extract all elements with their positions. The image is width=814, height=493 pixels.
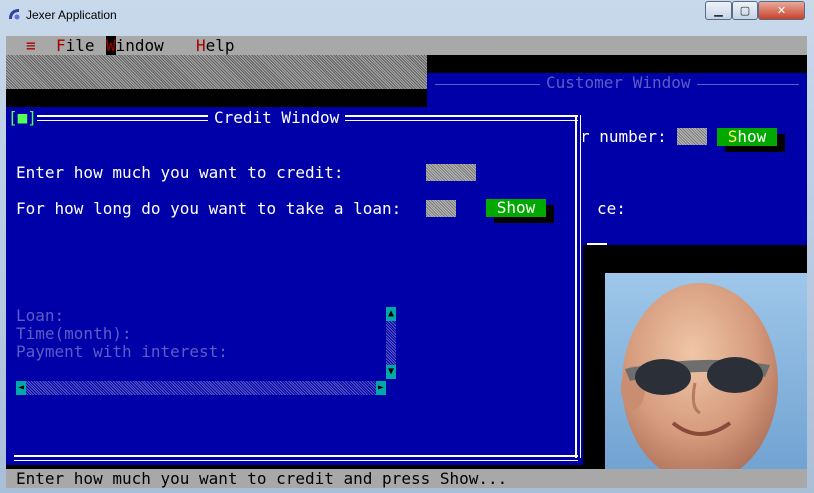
- desktop: Customer Window r number: Show ce: [■] C…: [6, 55, 807, 488]
- customer-show-button[interactable]: Show: [717, 128, 777, 146]
- loan-result-label: Loan:: [16, 306, 65, 325]
- customer-number-label: r number:: [580, 127, 667, 146]
- window-title: Jexer Application: [26, 8, 117, 22]
- loan-duration-field[interactable]: [426, 200, 456, 217]
- system-menu-icon[interactable]: ≡: [26, 37, 36, 55]
- customer-photo: [605, 273, 807, 488]
- results-horizontal-scrollbar[interactable]: [16, 381, 386, 395]
- menu-window[interactable]: Window: [106, 36, 164, 55]
- menu-bar: ≡ File Window Help: [6, 36, 807, 55]
- close-icon: ✕: [776, 4, 787, 17]
- credit-window-close-button[interactable]: [■]: [8, 109, 37, 127]
- menu-help-hotkey: H: [196, 36, 206, 55]
- credit-window-bottom-border: [14, 455, 578, 461]
- status-bar: Enter how much you want to credit and pr…: [6, 469, 807, 488]
- customer-show-hotkey: S: [727, 127, 738, 146]
- title-bar[interactable]: Jexer Application ▁ ▢ ✕: [0, 0, 814, 32]
- minimize-button[interactable]: ▁: [705, 1, 732, 20]
- menu-help[interactable]: Help: [196, 37, 235, 55]
- app-icon: [6, 6, 22, 22]
- menu-file[interactable]: File: [56, 37, 95, 55]
- menu-window-hotkey: W: [106, 36, 116, 55]
- time-result-label: Time(month):: [16, 324, 132, 343]
- credit-amount-field[interactable]: [426, 164, 476, 181]
- close-box-icon: [■]: [8, 108, 37, 127]
- close-window-button[interactable]: ✕: [758, 1, 805, 20]
- scroll-down-icon[interactable]: ▼: [386, 365, 396, 379]
- customer-show-label: how: [737, 127, 767, 146]
- credit-window-right-border: [575, 115, 581, 458]
- scroll-right-icon[interactable]: ►: [376, 381, 386, 395]
- credit-window[interactable]: [■] Credit Window Enter how much you wan…: [6, 107, 583, 465]
- payment-result-label: Payment with interest:: [16, 342, 228, 361]
- customer-window-title: Customer Window: [540, 74, 697, 92]
- credit-show-button[interactable]: Show: [486, 199, 546, 217]
- desktop-pattern: [6, 55, 427, 89]
- scroll-left-icon[interactable]: ◄: [16, 381, 26, 395]
- terminal-client-area: ≡ File Window Help Customer Window r num…: [6, 36, 807, 488]
- scroll-up-icon[interactable]: ▲: [386, 307, 396, 321]
- maximize-icon: ▢: [739, 4, 751, 17]
- customer-partial-label: ce:: [597, 199, 626, 218]
- minimize-icon: ▁: [714, 4, 723, 17]
- loan-duration-label: For how long do you want to take a loan:: [16, 199, 402, 218]
- customer-window-bottom-edge: [587, 243, 607, 245]
- maximize-button[interactable]: ▢: [732, 1, 758, 20]
- results-panel: Loan: Time(month): Payment with interest…: [16, 307, 386, 361]
- menu-file-label: ile: [65, 36, 95, 55]
- menu-file-hotkey: F: [56, 36, 66, 55]
- status-text: Enter how much you want to credit and pr…: [16, 469, 508, 488]
- credit-amount-label: Enter how much you want to credit:: [16, 163, 344, 182]
- credit-window-title: Credit Window: [208, 109, 346, 127]
- menu-help-label: elp: [205, 36, 235, 55]
- menu-window-label: indow: [115, 36, 164, 55]
- customer-number-field[interactable]: [677, 128, 707, 145]
